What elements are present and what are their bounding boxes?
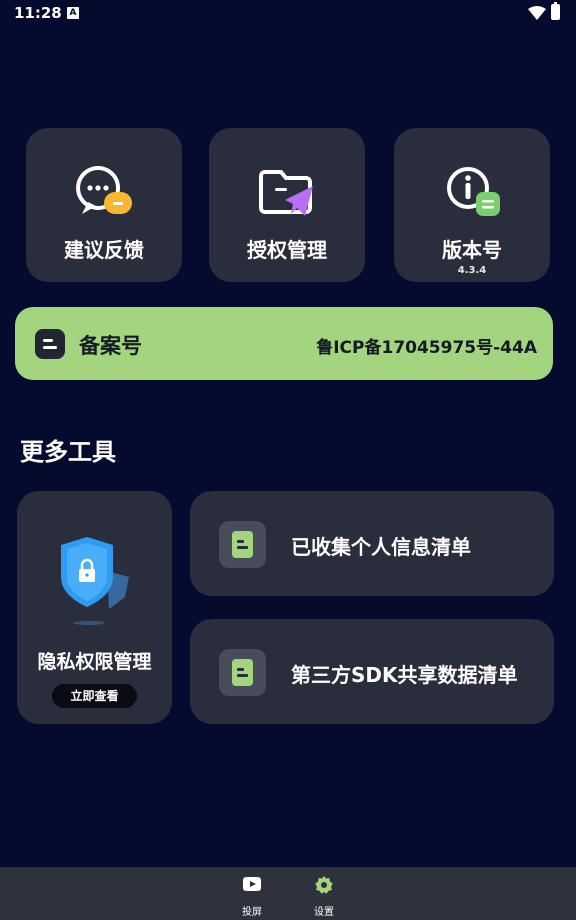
feedback-card[interactable]: 建议反馈 [26, 128, 182, 282]
nav-label-cast: 投屏 [242, 907, 262, 918]
authorization-icon [259, 170, 313, 216]
settings-icon [315, 876, 333, 894]
record-bar[interactable]: 备案号 鲁ICP备17045975号-44A [15, 307, 553, 380]
shield-lock-icon [61, 537, 129, 625]
privacy-card[interactable]: 隐私权限管理 立即查看 [17, 491, 172, 724]
bottom-nav: 投屏 设置 [0, 867, 576, 920]
sdk-share-list-card[interactable]: 第三方SDK共享数据清单 [190, 619, 554, 724]
nav-label-settings: 设置 [314, 907, 334, 918]
version-label: 版本号 [442, 238, 502, 262]
view-now-button[interactable]: 立即查看 [52, 684, 137, 708]
battery-icon [551, 2, 560, 20]
feedback-label: 建议反馈 [64, 238, 144, 262]
version-info-icon [447, 167, 500, 216]
feedback-icon [76, 166, 132, 214]
authorization-card[interactable]: 授权管理 [209, 128, 365, 282]
cast-icon [243, 877, 261, 891]
sdk-share-label: 第三方SDK共享数据清单 [291, 663, 518, 687]
section-title: 更多工具 [20, 438, 116, 466]
wifi-icon [528, 6, 546, 20]
record-number: 鲁ICP备17045975号-44A [316, 338, 537, 358]
version-card[interactable]: 版本号 4.3.4 [394, 128, 550, 282]
record-icon [35, 329, 65, 359]
document-icon [219, 521, 266, 568]
collected-info-list-card[interactable]: 已收集个人信息清单 [190, 491, 554, 596]
document-icon [219, 649, 266, 696]
record-label: 备案号 [79, 334, 142, 358]
nav-item-settings[interactable]: 设置 [304, 875, 344, 918]
collected-info-label: 已收集个人信息清单 [291, 535, 471, 559]
status-bar: 11:28 A [0, 0, 576, 28]
version-number: 4.3.4 [457, 265, 487, 276]
status-time: 11:28 [14, 4, 62, 22]
authorization-label: 授权管理 [247, 238, 327, 262]
privacy-label: 隐私权限管理 [37, 651, 152, 673]
nav-item-cast[interactable]: 投屏 [232, 875, 272, 918]
app-notification-icon: A [67, 7, 79, 19]
